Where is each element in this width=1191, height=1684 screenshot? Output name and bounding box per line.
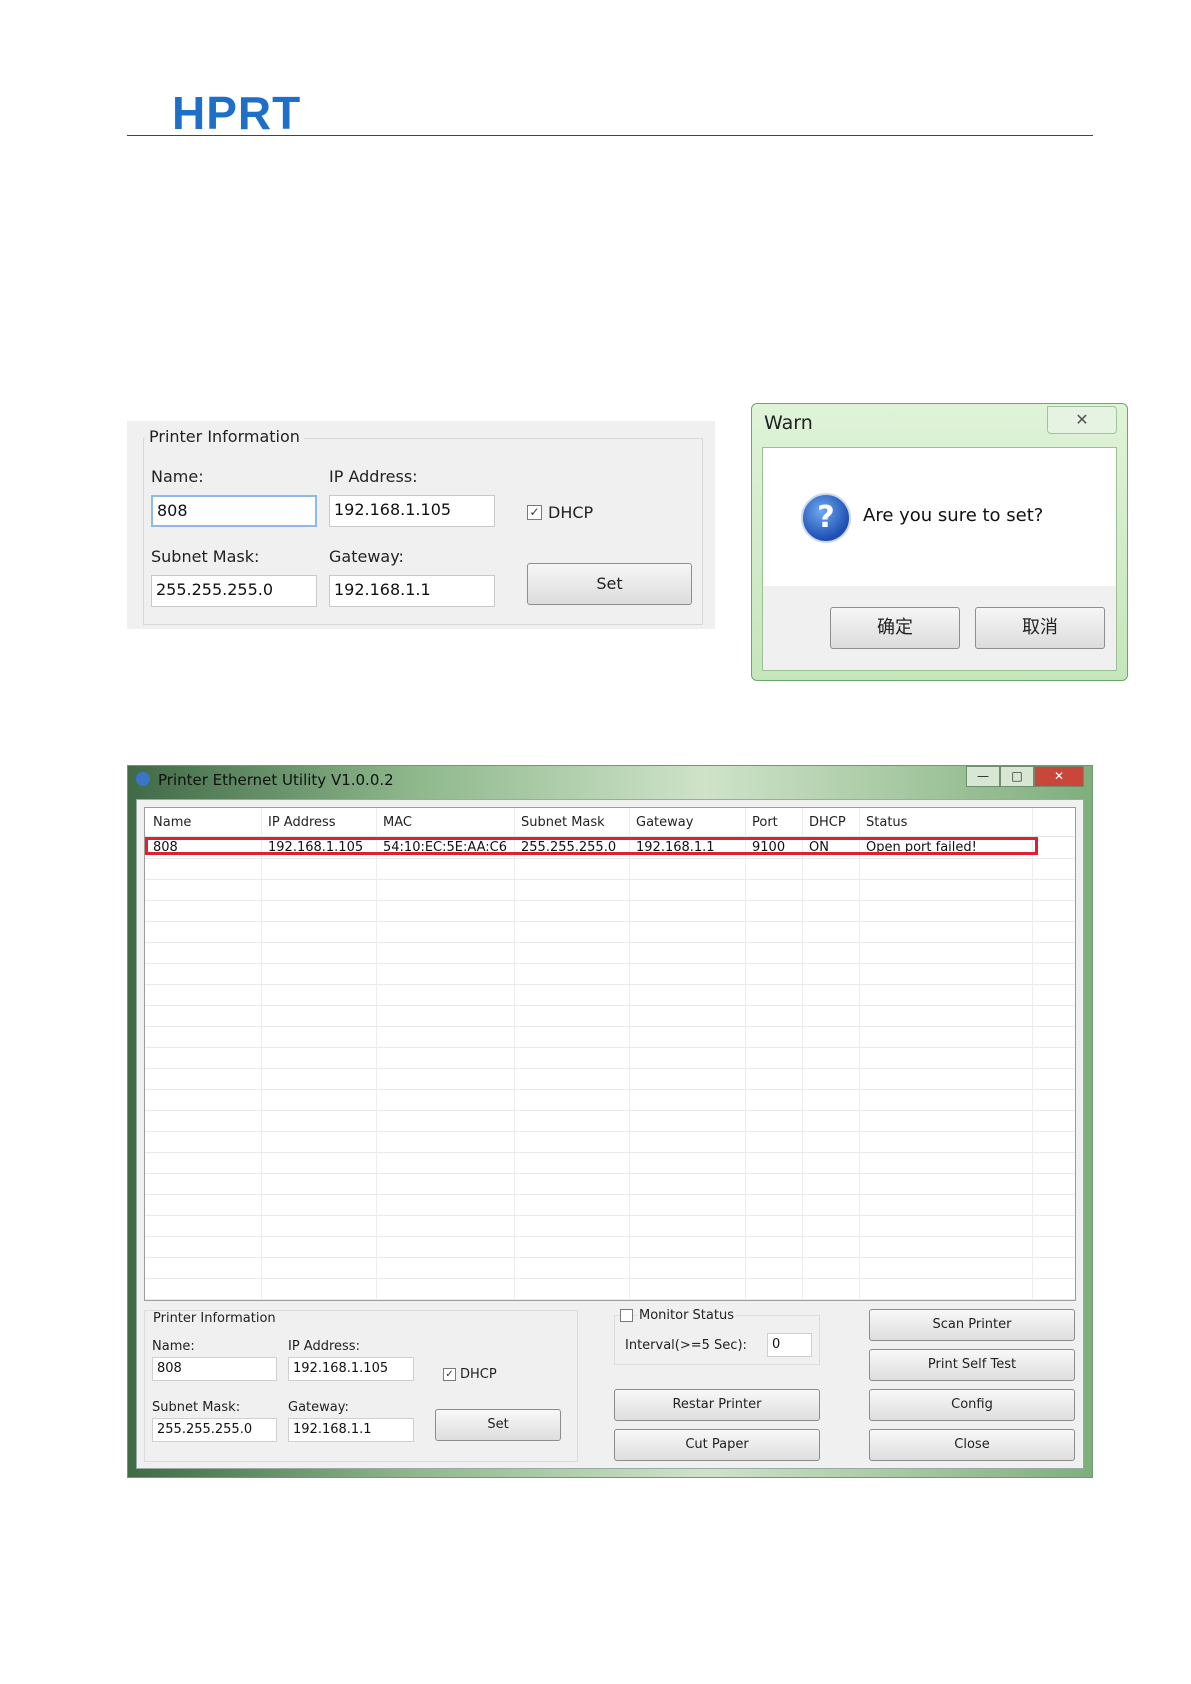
gateway-label: Gateway: xyxy=(329,547,404,566)
gateway-field[interactable]: 192.168.1.1 xyxy=(329,575,495,607)
empty-row xyxy=(145,859,1075,880)
empty-row xyxy=(145,1048,1075,1069)
column-header-subnet-mask[interactable]: Subnet Mask xyxy=(521,815,605,830)
column-header-ip-address[interactable]: IP Address xyxy=(268,815,336,830)
question-icon: ? xyxy=(801,493,851,543)
empty-row xyxy=(145,943,1075,964)
empty-row xyxy=(145,964,1075,985)
empty-row xyxy=(145,1279,1075,1300)
hprt-logo: HPRT xyxy=(172,87,302,139)
empty-row xyxy=(145,1027,1075,1048)
subnet-mask-label: Subnet Mask: xyxy=(151,547,260,566)
cut-paper-button[interactable]: Cut Paper xyxy=(614,1429,820,1461)
header-divider xyxy=(127,135,1093,136)
column-header-mac[interactable]: MAC xyxy=(383,815,412,830)
gateway-label: Gateway: xyxy=(288,1400,349,1415)
subnet-mask-label: Subnet Mask: xyxy=(152,1400,241,1415)
empty-row xyxy=(145,1237,1075,1258)
empty-row xyxy=(145,880,1075,901)
empty-row xyxy=(145,1153,1075,1174)
empty-row xyxy=(145,1195,1075,1216)
gateway-field[interactable]: 192.168.1.1 xyxy=(288,1418,414,1442)
ip-address-label: IP Address: xyxy=(288,1339,360,1354)
monitor-status-checkbox[interactable] xyxy=(620,1309,633,1322)
window-controls: — □ ✕ xyxy=(966,766,1084,787)
column-header-gateway[interactable]: Gateway xyxy=(636,815,693,830)
printer-information-legend: Printer Information xyxy=(145,427,304,446)
warn-dialog: Warn ✕ ? Are you sure to set? 确定 取消 xyxy=(751,403,1128,681)
close-icon[interactable]: ✕ xyxy=(1047,406,1117,434)
close-icon[interactable]: ✕ xyxy=(1034,766,1084,787)
close-button[interactable]: Close xyxy=(869,1429,1075,1461)
minimize-icon[interactable]: — xyxy=(966,766,1000,787)
interval-label: Interval(>=5 Sec): xyxy=(625,1338,747,1353)
printer-list[interactable]: Name IP Address MAC Subnet Mask Gateway … xyxy=(144,807,1076,1301)
printer-information-legend: Printer Information xyxy=(151,1311,278,1326)
app-icon xyxy=(136,772,150,786)
printer-information-panel: Printer Information Name: 808 IP Address… xyxy=(127,421,715,629)
name-label: Name: xyxy=(151,467,204,486)
empty-row xyxy=(145,1111,1075,1132)
dialog-footer: 确定 取消 xyxy=(763,586,1116,670)
cancel-button[interactable]: 取消 xyxy=(975,607,1105,649)
monitor-status-label: Monitor Status xyxy=(637,1308,736,1323)
print-self-test-button[interactable]: Print Self Test xyxy=(869,1349,1075,1381)
interval-field[interactable]: 0 xyxy=(767,1333,812,1357)
empty-row xyxy=(145,922,1075,943)
empty-row xyxy=(145,901,1075,922)
empty-row xyxy=(145,1132,1075,1153)
column-header-name[interactable]: Name xyxy=(153,815,191,830)
empty-row xyxy=(145,985,1075,1006)
scan-printer-button[interactable]: Scan Printer xyxy=(869,1309,1075,1341)
dialog-body: ? Are you sure to set? 确定 取消 xyxy=(762,447,1117,671)
empty-row xyxy=(145,1174,1075,1195)
name-label: Name: xyxy=(152,1339,195,1354)
empty-row xyxy=(145,1090,1075,1111)
ip-address-label: IP Address: xyxy=(329,467,418,486)
column-header-dhcp[interactable]: DHCP xyxy=(809,815,846,830)
empty-row xyxy=(145,1006,1075,1027)
subnet-mask-field[interactable]: 255.255.255.0 xyxy=(152,1418,277,1442)
empty-row xyxy=(145,1069,1075,1090)
dhcp-checkbox[interactable]: ✓ xyxy=(527,505,542,520)
column-header-status[interactable]: Status xyxy=(866,815,907,830)
dialog-title: Warn xyxy=(764,412,813,434)
empty-row xyxy=(145,1216,1075,1237)
maximize-icon[interactable]: □ xyxy=(1000,766,1034,787)
dialog-message: Are you sure to set? xyxy=(863,505,1044,526)
ip-address-field[interactable]: 192.168.1.105 xyxy=(288,1357,414,1381)
name-field[interactable]: 808 xyxy=(152,1357,277,1381)
set-button[interactable]: Set xyxy=(435,1409,561,1441)
dhcp-label: DHCP xyxy=(460,1367,497,1382)
window-title: Printer Ethernet Utility V1.0.0.2 xyxy=(158,771,394,789)
list-header: Name IP Address MAC Subnet Mask Gateway … xyxy=(145,808,1075,837)
subnet-mask-field[interactable]: 255.255.255.0 xyxy=(151,575,317,607)
dhcp-label: DHCP xyxy=(548,503,594,522)
dhcp-checkbox[interactable]: ✓ xyxy=(443,1368,456,1381)
config-button[interactable]: Config xyxy=(869,1389,1075,1421)
selected-row-highlight xyxy=(145,837,1038,855)
ip-address-field[interactable]: 192.168.1.105 xyxy=(329,495,495,527)
printer-ethernet-utility-window: Printer Ethernet Utility V1.0.0.2 — □ ✕ … xyxy=(127,765,1093,1478)
restart-printer-button[interactable]: Restar Printer xyxy=(614,1389,820,1421)
window-client-area: Name IP Address MAC Subnet Mask Gateway … xyxy=(136,799,1084,1469)
name-field[interactable]: 808 xyxy=(151,495,317,527)
empty-row xyxy=(145,1258,1075,1279)
set-button[interactable]: Set xyxy=(527,563,692,605)
column-header-port[interactable]: Port xyxy=(752,815,778,830)
confirm-button[interactable]: 确定 xyxy=(830,607,960,649)
